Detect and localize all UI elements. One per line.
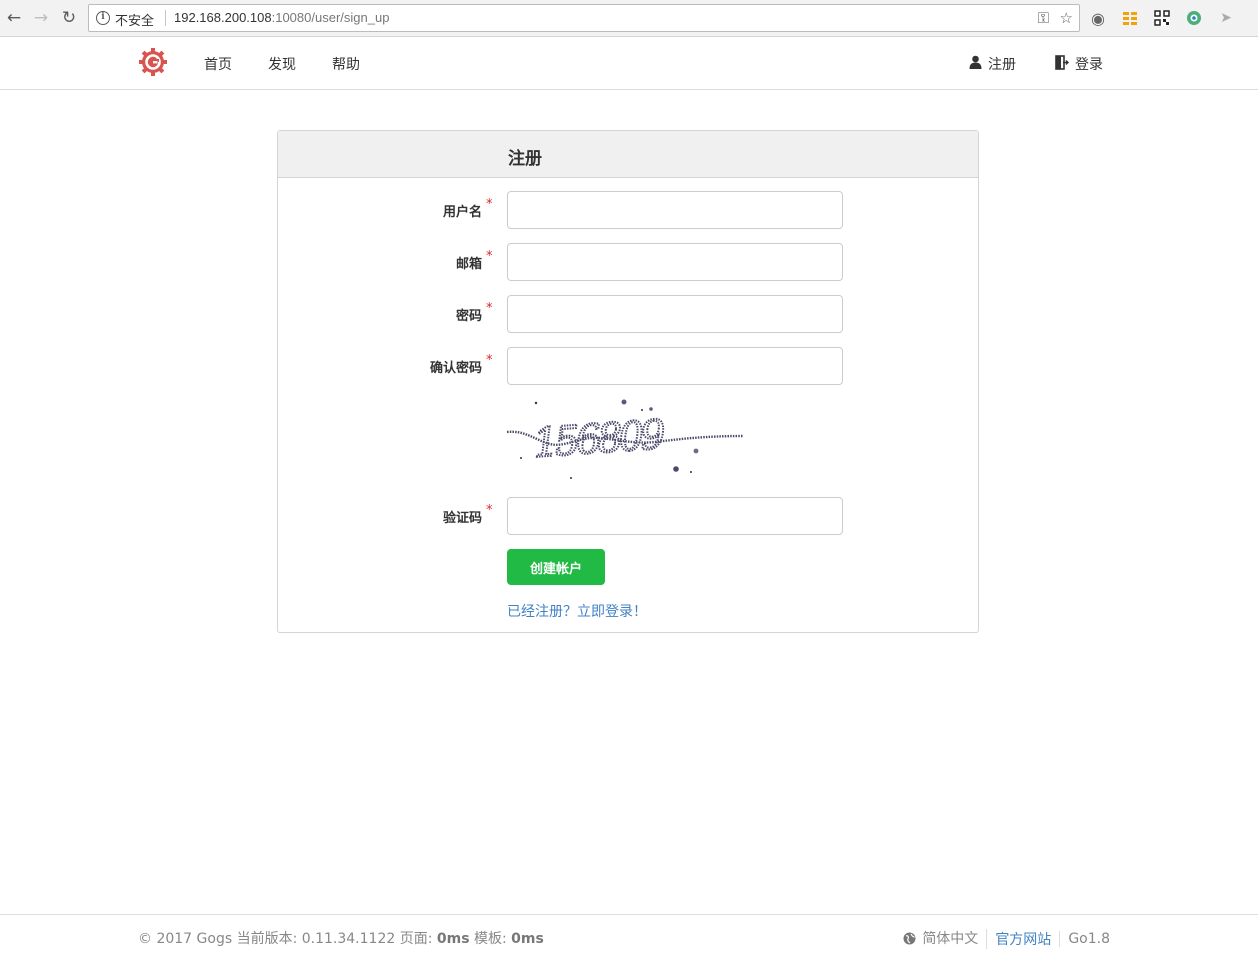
key-icon[interactable]: ⚿ bbox=[1038, 9, 1049, 27]
footer-info: © 2017 Gogs 当前版本: 0.11.34.1122 页面: 0ms 模… bbox=[138, 928, 544, 948]
login-link[interactable]: 登录 bbox=[1055, 54, 1103, 74]
url-host: 192.168.200.108 bbox=[174, 10, 272, 25]
signup-form: 注册 用户名 * 邮箱 * 密码 * 确认密码 * 156809 验证码 * 创… bbox=[277, 130, 979, 633]
password-input[interactable] bbox=[507, 295, 843, 333]
captcha-input[interactable] bbox=[507, 497, 843, 535]
template-time: 0ms bbox=[511, 931, 544, 947]
nav-explore[interactable]: 发现 bbox=[268, 54, 296, 74]
send-icon[interactable]: ➤ bbox=[1217, 9, 1235, 27]
confirm-password-input[interactable] bbox=[507, 347, 843, 385]
footer-copyright: © 2017 Gogs 当前版本: 0.11.34.1122 页面: bbox=[138, 931, 437, 947]
required-marker: * bbox=[486, 197, 493, 212]
url-text[interactable]: 192.168.200.108:10080/user/sign_up bbox=[174, 10, 389, 25]
form-header: 注册 bbox=[278, 131, 978, 178]
footer: © 2017 Gogs 当前版本: 0.11.34.1122 页面: 0ms 模… bbox=[0, 914, 1258, 954]
email-label: 邮箱 bbox=[455, 257, 482, 272]
confirm-password-label: 确认密码 bbox=[429, 361, 482, 376]
required-marker: * bbox=[486, 249, 493, 264]
browser-toolbar: ← → ↻ i 不安全 192.168.200.108:10080/user/s… bbox=[0, 0, 1258, 37]
login-label: 登录 bbox=[1075, 57, 1103, 73]
register-label: 注册 bbox=[988, 57, 1016, 73]
globe-icon bbox=[903, 932, 916, 949]
language-label: 简体中文 bbox=[922, 931, 979, 947]
sign-in-icon bbox=[1055, 54, 1069, 74]
captcha-text: 156809 bbox=[532, 412, 667, 467]
captcha-label: 验证码 bbox=[442, 511, 482, 526]
security-label[interactable]: 不安全 bbox=[115, 10, 154, 29]
username-input[interactable] bbox=[507, 191, 843, 229]
captcha-image[interactable]: 156809 bbox=[505, 394, 745, 484]
extension-globe-icon[interactable] bbox=[1185, 9, 1203, 27]
reload-icon[interactable]: ↻ bbox=[57, 6, 81, 30]
divider bbox=[165, 10, 166, 26]
footer-links: 简体中文 官方网站 Go1.8 bbox=[899, 928, 1118, 949]
extension-circle-icon[interactable]: ◉ bbox=[1089, 9, 1107, 28]
signin-link[interactable]: 已经注册？立即登录！ bbox=[507, 601, 647, 621]
username-label: 用户名 bbox=[442, 205, 482, 220]
nav-home[interactable]: 首页 bbox=[204, 54, 232, 74]
user-icon bbox=[969, 55, 982, 73]
back-icon[interactable]: ← bbox=[2, 6, 26, 30]
star-icon[interactable]: ☆ bbox=[1060, 9, 1073, 27]
extension-grid-icon[interactable] bbox=[1121, 9, 1139, 27]
qr-code-icon[interactable] bbox=[1153, 9, 1171, 27]
official-site-link[interactable]: 官方网站 bbox=[986, 928, 1059, 949]
required-marker: * bbox=[486, 353, 493, 368]
info-icon[interactable]: i bbox=[96, 11, 110, 25]
site-header: 首页 发现 帮助 注册 登录 bbox=[0, 38, 1258, 90]
nav-help[interactable]: 帮助 bbox=[332, 54, 360, 74]
required-marker: * bbox=[486, 301, 493, 316]
address-bar[interactable]: i 不安全 192.168.200.108:10080/user/sign_up… bbox=[88, 4, 1080, 32]
language-selector[interactable]: 简体中文 bbox=[899, 928, 986, 949]
gogs-logo-icon[interactable] bbox=[138, 47, 168, 77]
register-link[interactable]: 注册 bbox=[969, 54, 1016, 74]
password-label: 密码 bbox=[455, 309, 482, 324]
url-path: :10080/user/sign_up bbox=[271, 10, 390, 25]
create-account-button[interactable]: 创建帐户 bbox=[507, 549, 605, 585]
template-label: 模板: bbox=[469, 931, 512, 947]
required-marker: * bbox=[486, 503, 493, 518]
form-title: 注册 bbox=[508, 149, 542, 169]
email-input[interactable] bbox=[507, 243, 843, 281]
page-time: 0ms bbox=[436, 931, 470, 947]
forward-icon[interactable]: → bbox=[29, 6, 53, 30]
go-version: Go1.8 bbox=[1059, 930, 1118, 947]
